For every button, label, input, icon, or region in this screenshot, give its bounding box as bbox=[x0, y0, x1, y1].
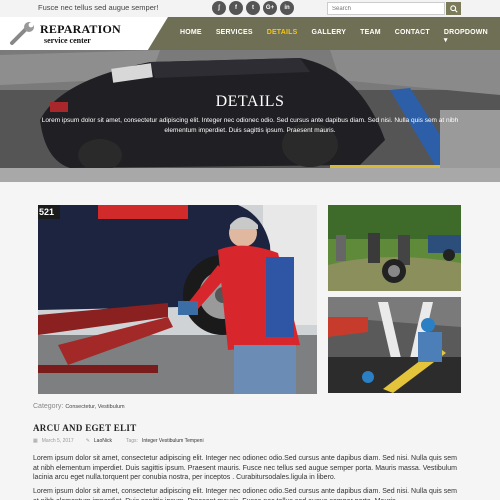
pencil-icon: ✎ bbox=[85, 438, 90, 444]
post-tags[interactable]: Integer Vestibulum Tempeni bbox=[142, 438, 204, 444]
nav-item-contact[interactable]: CONTACT bbox=[395, 29, 430, 44]
nav-item-home[interactable]: HOME bbox=[180, 29, 202, 44]
content-area: 521 Category: Consectetur, Vestibulum AR… bbox=[0, 182, 500, 500]
post-paragraph: Lorem ipsum dolor sit amet, consectetur … bbox=[33, 455, 457, 481]
twitter-icon[interactable]: t bbox=[246, 1, 260, 15]
main-navbar: REPARATION service center HOME SERVICES … bbox=[0, 17, 500, 50]
logo-subtitle: service center bbox=[44, 36, 91, 45]
post-title[interactable]: ARCU AND EGET ELIT bbox=[33, 423, 137, 433]
offroad-image bbox=[328, 205, 461, 291]
wrench-icon bbox=[10, 22, 34, 45]
post-paragraph: Lorem ipsum dolor sit amet, consectetur … bbox=[33, 488, 457, 500]
nav-item-team[interactable]: TEAM bbox=[360, 29, 381, 44]
top-bar: Fusce nec tellus sed augue semper! ʃ f t… bbox=[0, 0, 500, 17]
linkedin-icon[interactable]: in bbox=[280, 1, 294, 15]
facebook-icon[interactable]: f bbox=[229, 1, 243, 15]
category-label: Category: bbox=[33, 403, 64, 410]
google-plus-icon[interactable]: G+ bbox=[263, 1, 277, 15]
nav-item-services[interactable]: SERVICES bbox=[216, 29, 253, 44]
mechanic-image bbox=[38, 205, 317, 394]
category-links[interactable]: Consectetur, Vestibulum bbox=[65, 404, 124, 410]
nav-item-details[interactable]: DETAILS bbox=[267, 29, 298, 44]
nav-item-gallery[interactable]: GALLERY bbox=[312, 29, 347, 44]
lift-photo[interactable] bbox=[328, 297, 461, 393]
post-meta: ▦ March 5, 2017 ✎ LaoNick Tags: Integer … bbox=[33, 438, 204, 444]
post-category: Category: Consectetur, Vestibulum bbox=[33, 403, 125, 410]
post-author[interactable]: LaoNick bbox=[94, 438, 112, 444]
lift-image bbox=[328, 297, 461, 393]
search-button[interactable] bbox=[446, 2, 461, 15]
search-icon bbox=[449, 4, 458, 13]
logo[interactable]: REPARATION service center bbox=[0, 17, 168, 50]
hero-banner: DETAILS Lorem ipsum dolor sit amet, cons… bbox=[0, 50, 500, 182]
mechanic-photo[interactable]: 521 bbox=[38, 205, 317, 394]
tagline: Fusce nec tellus sed augue semper! bbox=[38, 3, 159, 12]
hero-title: DETAILS bbox=[215, 93, 285, 110]
tags-label: Tags: bbox=[125, 438, 138, 444]
hero-text: Lorem ipsum dolor sit amet, consectetur … bbox=[41, 117, 459, 134]
nav-menu: HOME SERVICES DETAILS GALLERY TEAM CONTA… bbox=[180, 29, 500, 44]
calendar-icon: ▦ bbox=[33, 438, 38, 444]
search-input[interactable] bbox=[327, 2, 445, 15]
car-plate-number: 521 bbox=[39, 207, 55, 217]
logo-title: REPARATION bbox=[40, 22, 121, 36]
offroad-photo[interactable] bbox=[328, 205, 461, 291]
post-date: March 5, 2017 bbox=[41, 438, 74, 444]
rss-icon[interactable]: ʃ bbox=[212, 1, 226, 15]
social-links: ʃ f t G+ in bbox=[212, 1, 294, 15]
nav-item-dropdown[interactable]: DROPDOWN ▾ bbox=[444, 29, 488, 44]
